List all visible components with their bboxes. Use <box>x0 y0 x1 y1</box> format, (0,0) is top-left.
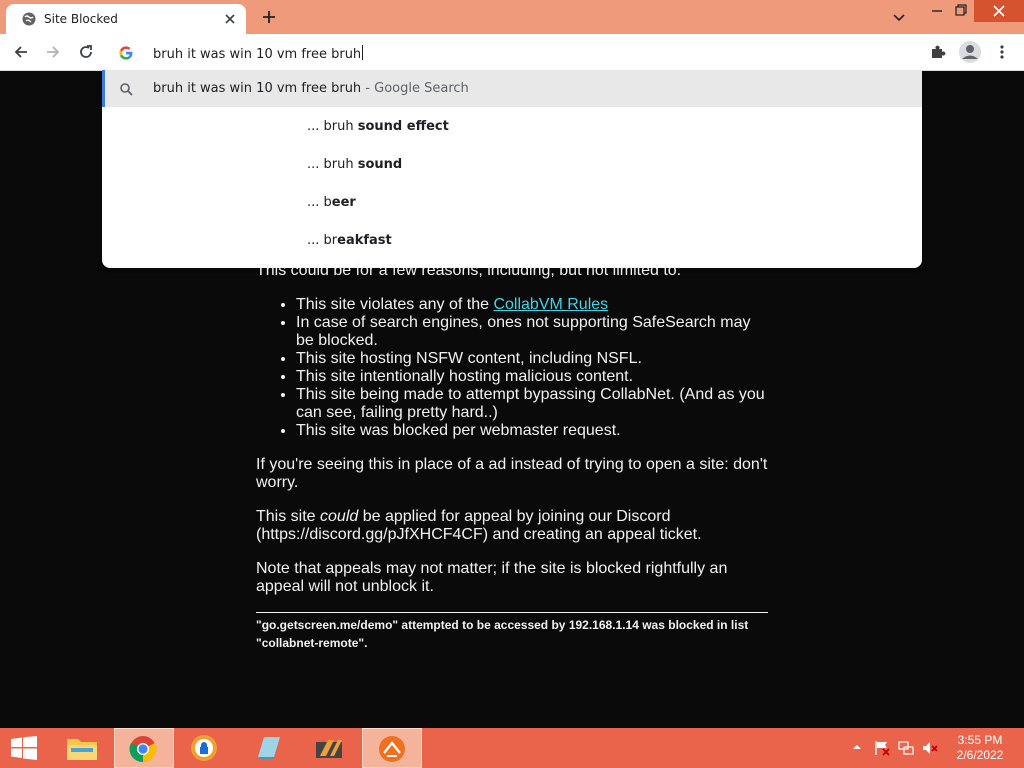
getscreen-icon <box>379 736 405 762</box>
taskbar-avast-browser[interactable] <box>176 728 236 768</box>
search-icon <box>120 83 133 96</box>
collabvm-rules-link[interactable]: CollabVM Rules <box>493 296 608 313</box>
secure-browser-icon <box>191 735 217 761</box>
list-item: This site hosting NSFW content, includin… <box>296 350 768 368</box>
clock-date: 2/6/2022 <box>956 748 1004 762</box>
list-item: This site was blocked per webmaster requ… <box>296 422 768 440</box>
restore-icon[interactable] <box>954 3 968 17</box>
google-g-icon <box>119 46 133 60</box>
reload-icon[interactable] <box>77 43 95 61</box>
blocked-page-content: This could be for a few reasons, includi… <box>256 262 768 652</box>
selection-indicator <box>102 70 105 107</box>
footer-divider <box>256 612 768 613</box>
intro-text: This could be for a few reasons, includi… <box>256 262 682 279</box>
list-item: This site being made to attempt bypassin… <box>296 386 768 422</box>
list-item: This site intentionally hosting maliciou… <box>296 368 768 386</box>
ad-notice-text: If you're seeing this in place of a ad i… <box>256 456 768 491</box>
chevron-down-icon[interactable] <box>890 8 908 26</box>
close-tab-icon[interactable] <box>222 11 238 27</box>
suggestion-search-text: bruh it was win 10 vm free bruh - Google… <box>153 81 469 96</box>
tab-site-blocked[interactable]: Site Blocked <box>6 4 246 34</box>
text-caret <box>362 45 364 60</box>
appeal-note-text: Note that appeals may not matter; if the… <box>256 560 728 595</box>
suggestion-item[interactable]: ... bruh sound effect <box>307 119 449 134</box>
taskbar-file-explorer[interactable] <box>52 728 112 768</box>
minimize-icon[interactable] <box>930 4 944 18</box>
appeal-text: This site could be applied for appeal by… <box>256 508 702 543</box>
list-item: This site violates any of the CollabVM R… <box>296 296 768 314</box>
chrome-icon <box>129 736 157 763</box>
menu-kebab-icon[interactable] <box>993 43 1011 61</box>
start-button[interactable] <box>0 728 50 768</box>
address-bar[interactable]: bruh it was win 10 vm free bruh <box>102 36 922 70</box>
windows-logo-icon <box>11 736 37 760</box>
taskbar-notepad[interactable] <box>238 728 298 768</box>
taskbar-chrome[interactable] <box>114 728 174 768</box>
forward-arrow-icon[interactable] <box>44 43 62 61</box>
address-bar-input[interactable]: bruh it was win 10 vm free bruh <box>153 45 364 62</box>
tool-icon <box>316 740 342 758</box>
block-footer: "go.getscreen.me/demo" attempted to be a… <box>256 618 749 650</box>
list-item: In case of search engines, ones not supp… <box>296 314 768 350</box>
volume-muted-icon[interactable] <box>922 740 938 756</box>
back-arrow-icon[interactable] <box>12 43 30 61</box>
tab-title: Site Blocked <box>44 12 118 26</box>
network-icon[interactable] <box>898 740 914 756</box>
extensions-puzzle-icon[interactable] <box>929 43 947 61</box>
action-center-flag-icon[interactable] <box>874 740 890 756</box>
notepad-icon <box>258 737 280 759</box>
folder-icon <box>67 739 97 760</box>
tray-chevron-up-icon[interactable] <box>852 742 862 752</box>
new-tab-icon[interactable] <box>260 8 278 26</box>
close-icon <box>993 5 1005 17</box>
omnibox-suggestions: bruh it was win 10 vm free bruh - Google… <box>102 70 922 268</box>
taskbar-getscreen[interactable] <box>362 728 422 768</box>
globe-icon <box>22 12 36 26</box>
clock-time: 3:55 PM <box>957 733 1003 747</box>
suggestion-item[interactable]: ... bruh sound <box>307 157 402 172</box>
suggestion-item[interactable]: ... beer <box>307 195 356 210</box>
system-clock[interactable]: 3:55 PM 2/6/2022 <box>950 733 1010 763</box>
tab-strip: Site Blocked <box>0 0 1024 34</box>
window-close-button[interactable] <box>974 0 1024 22</box>
taskbar-tool[interactable] <box>300 728 360 768</box>
suggestion-item[interactable]: ... breakfast <box>307 233 392 248</box>
taskbar: 3:55 PM 2/6/2022 <box>0 728 1024 768</box>
reasons-list: This site violates any of the CollabVM R… <box>256 296 768 440</box>
suggestion-google-search[interactable]: bruh it was win 10 vm free bruh - Google… <box>102 70 922 107</box>
profile-avatar-icon[interactable] <box>958 40 982 64</box>
